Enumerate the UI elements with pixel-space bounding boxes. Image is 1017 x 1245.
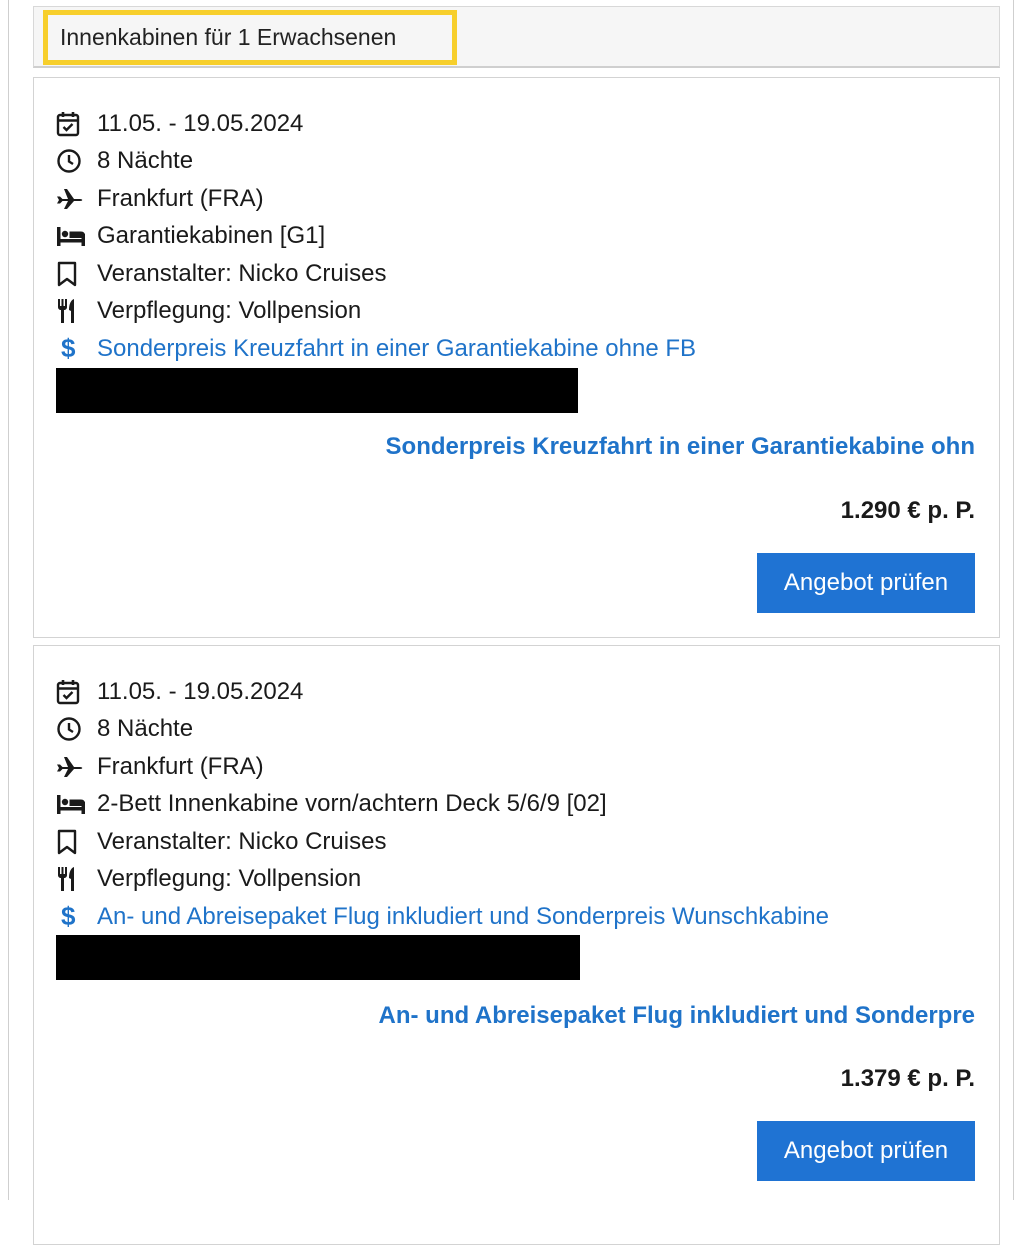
clock-icon <box>56 716 86 742</box>
nights-text: 8 Nächte <box>97 715 194 743</box>
bookmark-icon <box>56 829 86 855</box>
section-header: Innenkabinen für 1 Erwachsenen <box>33 6 1000 68</box>
cabin-text: 2-Bett Innenkabine vorn/achtern Deck 5/6… <box>97 790 607 818</box>
offer-details-list: 11.05. - 19.05.2024 8 Nächte Frankfurt (… <box>56 105 696 368</box>
dollar-icon: $ <box>61 901 76 932</box>
bed-icon <box>56 223 86 249</box>
calendar-check-icon <box>56 111 86 137</box>
departure-text: Frankfurt (FRA) <box>97 752 264 780</box>
price-text: 1.379 € p. P. <box>840 1065 975 1092</box>
airplane-icon <box>56 754 86 780</box>
departure-row: Frankfurt (FRA) <box>56 748 829 786</box>
offer-card: 11.05. - 19.05.2024 8 Nächte Frankfurt (… <box>33 77 1000 638</box>
airplane-icon <box>56 186 86 212</box>
bed-icon <box>56 791 86 817</box>
clock-icon <box>56 148 86 174</box>
board-row: Verpflegung: Vollpension <box>56 861 829 899</box>
dollar-icon: $ <box>61 333 76 364</box>
calendar-check-icon <box>56 679 86 705</box>
board-text: Verpflegung: Vollpension <box>97 297 362 325</box>
offer-title-link[interactable]: An- und Abreisepaket Flug inkludiert und… <box>379 1002 975 1030</box>
nights-row: 8 Nächte <box>56 143 696 181</box>
utensils-icon <box>56 866 86 892</box>
date-text: 11.05. - 19.05.2024 <box>97 677 304 705</box>
offer-card: 11.05. - 19.05.2024 8 Nächte Frankfurt (… <box>33 645 1000 1245</box>
departure-text: Frankfurt (FRA) <box>97 184 264 212</box>
check-offer-button[interactable]: Angebot prüfen <box>757 553 975 613</box>
utensils-icon <box>56 298 86 324</box>
operator-row: Veranstalter: Nicko Cruises <box>56 255 696 293</box>
promo-link[interactable]: An- und Abreisepaket Flug inkludiert und… <box>97 903 829 931</box>
promo-row[interactable]: $ An- und Abreisepaket Flug inkludiert u… <box>56 898 829 936</box>
check-offer-button[interactable]: Angebot prüfen <box>757 1121 975 1181</box>
price-text: 1.290 € p. P. <box>840 497 975 524</box>
cabin-text: Garantiekabinen [G1] <box>97 222 326 250</box>
offer-title-link[interactable]: Sonderpreis Kreuzfahrt in einer Garantie… <box>386 433 975 461</box>
header-highlight-box: Innenkabinen für 1 Erwachsenen <box>43 10 457 65</box>
redacted-block <box>56 935 580 980</box>
nights-row: 8 Nächte <box>56 711 829 749</box>
date-text: 11.05. - 19.05.2024 <box>97 109 304 137</box>
date-row: 11.05. - 19.05.2024 <box>56 673 829 711</box>
promo-link[interactable]: Sonderpreis Kreuzfahrt in einer Garantie… <box>97 335 696 363</box>
offer-details-list: 11.05. - 19.05.2024 8 Nächte Frankfurt (… <box>56 673 829 936</box>
nights-text: 8 Nächte <box>97 147 194 175</box>
redacted-block <box>56 368 578 413</box>
cabin-row: Garantiekabinen [G1] <box>56 218 696 256</box>
board-row: Verpflegung: Vollpension <box>56 293 696 331</box>
section-title: Innenkabinen für 1 Erwachsenen <box>60 24 397 50</box>
bookmark-icon <box>56 261 86 287</box>
cabin-row: 2-Bett Innenkabine vorn/achtern Deck 5/6… <box>56 786 829 824</box>
departure-row: Frankfurt (FRA) <box>56 180 696 218</box>
operator-text: Veranstalter: Nicko Cruises <box>97 827 387 855</box>
promo-row[interactable]: $ Sonderpreis Kreuzfahrt in einer Garant… <box>56 330 696 368</box>
operator-text: Veranstalter: Nicko Cruises <box>97 259 387 287</box>
board-text: Verpflegung: Vollpension <box>97 865 362 893</box>
operator-row: Veranstalter: Nicko Cruises <box>56 823 829 861</box>
date-row: 11.05. - 19.05.2024 <box>56 105 696 143</box>
